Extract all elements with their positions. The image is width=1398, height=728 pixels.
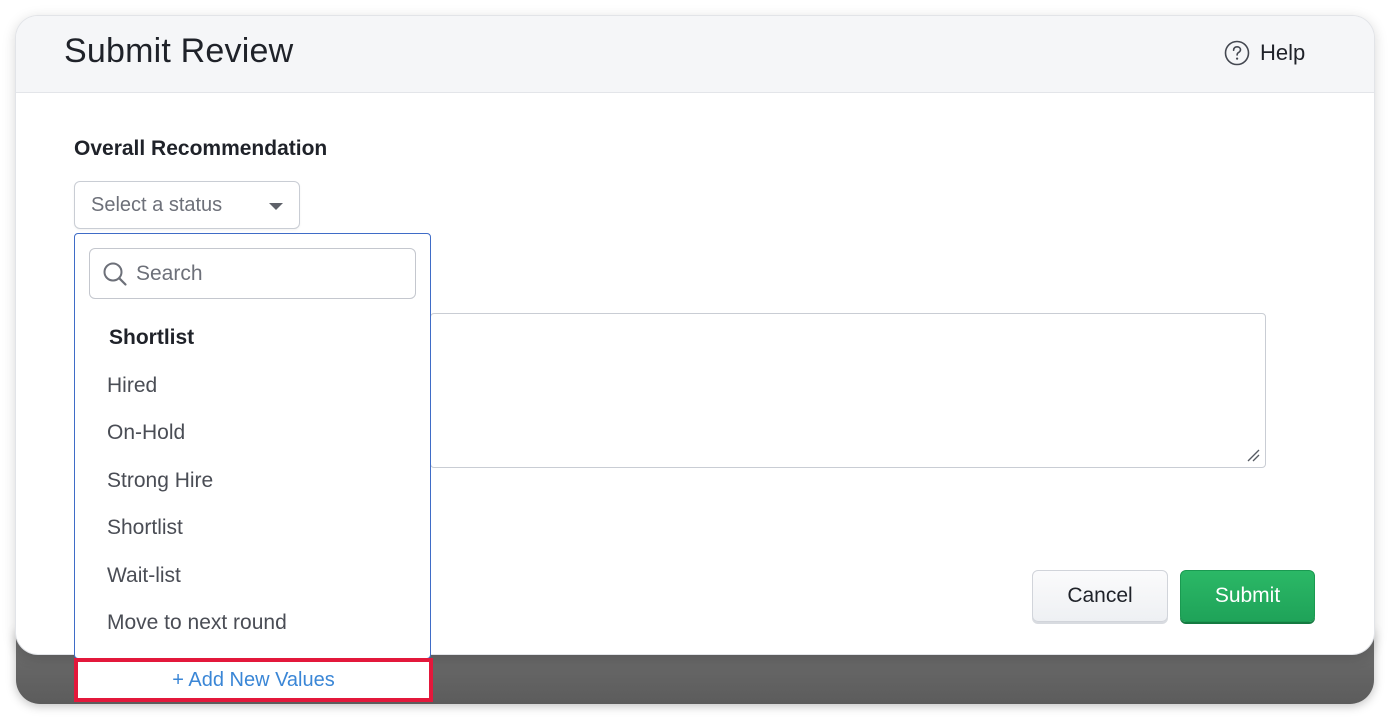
status-dropdown-menu: Shortlist Hired On-Hold Strong Hire Shor… (74, 233, 431, 659)
dialog-title: Submit Review (64, 32, 294, 70)
status-select-value: Select a status (91, 193, 223, 216)
status-option-list: Shortlist Hired On-Hold Strong Hire Shor… (75, 314, 430, 647)
submit-button[interactable]: Submit (1180, 570, 1315, 622)
overall-recommendation-label: Overall Recommendation (74, 137, 328, 160)
search-input[interactable] (136, 255, 406, 293)
dropdown-search-field[interactable] (89, 248, 416, 299)
search-icon (103, 262, 127, 286)
help-link[interactable]: Help (1224, 40, 1305, 66)
help-circle-icon (1224, 40, 1250, 66)
option-shortlist-selected[interactable]: Shortlist (75, 314, 430, 362)
cancel-button[interactable]: Cancel (1032, 570, 1168, 622)
status-select[interactable]: Select a status (74, 181, 300, 229)
option-shortlist[interactable]: Shortlist (75, 504, 430, 552)
help-label: Help (1260, 40, 1306, 65)
option-hired[interactable]: Hired (75, 362, 430, 410)
resize-grip-icon[interactable] (1246, 448, 1260, 462)
dialog-header: Submit Review Help (16, 16, 1374, 93)
option-on-hold[interactable]: On-Hold (75, 409, 430, 457)
option-wait-list[interactable]: Wait-list (75, 552, 430, 600)
option-strong-hire[interactable]: Strong Hire (75, 457, 430, 505)
add-new-values-link[interactable]: + Add New Values (74, 658, 433, 702)
comment-textarea[interactable] (430, 313, 1266, 468)
option-move-to-next-round[interactable]: Move to next round (75, 599, 430, 647)
caret-down-icon (269, 203, 283, 210)
